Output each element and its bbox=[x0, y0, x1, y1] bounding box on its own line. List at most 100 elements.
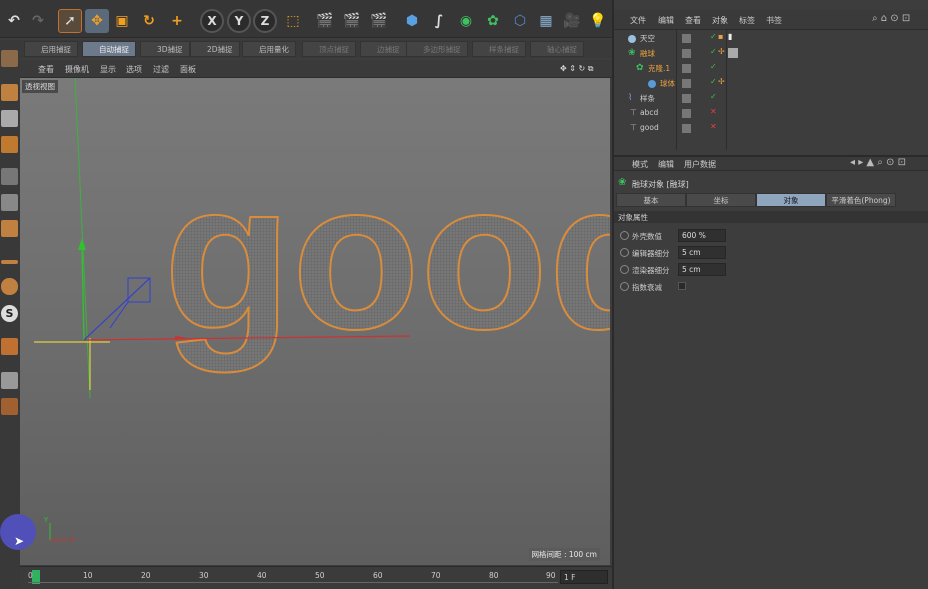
tab-object[interactable]: 对象 bbox=[756, 193, 826, 207]
attr-menu-edit[interactable]: 编辑 bbox=[658, 159, 674, 170]
om-menu-edit[interactable]: 编辑 bbox=[658, 15, 674, 26]
om-menu-file[interactable]: 文件 bbox=[630, 15, 646, 26]
om-search-icon[interactable]: ⌕ ⌂ ⊙ ⊡ bbox=[872, 13, 910, 24]
object-row[interactable]: 天空 ✓ ▪ ▮ bbox=[618, 32, 918, 47]
object-row[interactable]: ⌇ 样条 ✓ bbox=[618, 92, 918, 107]
attr-menu-userdata[interactable]: 用户数据 bbox=[684, 159, 716, 170]
object-name[interactable]: 克隆.1 bbox=[648, 63, 670, 74]
check-icon[interactable]: ✓ bbox=[710, 77, 717, 86]
axis-x-button[interactable]: X bbox=[200, 9, 224, 33]
undo-icon[interactable]: ↶ bbox=[2, 9, 26, 33]
layer-icon[interactable] bbox=[682, 34, 691, 43]
object-row[interactable]: ✿ 克隆.1 ✓ bbox=[618, 62, 918, 77]
menu-view[interactable]: 查看 bbox=[38, 64, 54, 75]
subdivision-icon[interactable]: ◉ bbox=[454, 9, 478, 33]
viewport-nav-icons[interactable]: ✥ ⇕ ↻ ⧉ bbox=[560, 64, 593, 74]
snap-polygon-button[interactable]: 多边形捕捉 bbox=[406, 41, 468, 57]
om-menu-object[interactable]: 对象 bbox=[712, 15, 728, 26]
material-tag-icon[interactable] bbox=[728, 48, 738, 58]
quantize-enable-button[interactable]: 启用量化 bbox=[242, 41, 296, 57]
model-mode-icon[interactable] bbox=[1, 84, 18, 101]
move-tool-icon[interactable]: ✥ bbox=[85, 9, 109, 33]
lock-workplane-icon[interactable] bbox=[1, 372, 18, 389]
make-editable-icon[interactable] bbox=[1, 50, 18, 67]
snap-enable-button[interactable]: 启用捕捉 bbox=[24, 41, 78, 57]
menu-filter[interactable]: 过滤 bbox=[153, 64, 169, 75]
cloner-icon[interactable]: ✿ bbox=[481, 9, 505, 33]
check-icon[interactable]: ✓ bbox=[710, 62, 717, 71]
snap-2d-button[interactable]: 2D捕捉 bbox=[190, 41, 240, 57]
snap-edge-button[interactable]: 边捕捉 bbox=[360, 41, 407, 57]
menu-camera[interactable]: 摄像机 bbox=[65, 64, 89, 75]
object-row[interactable]: ⊤ abcd ✕ bbox=[618, 107, 918, 122]
axis-y-button[interactable]: Y bbox=[227, 9, 251, 33]
attr-nav-icons[interactable]: ◂ ▸ ▲ ⌕ ⊙ ⊡ bbox=[850, 157, 906, 168]
render-picture-icon[interactable]: 🎬 bbox=[340, 9, 364, 33]
animate-dot-icon[interactable] bbox=[620, 248, 629, 257]
falloff-checkbox[interactable] bbox=[678, 282, 686, 290]
edges-mode-icon[interactable] bbox=[1, 194, 18, 211]
tag-icon[interactable]: ▪ bbox=[718, 32, 723, 41]
tab-coord[interactable]: 坐标 bbox=[686, 193, 756, 207]
object-row[interactable]: ⊤ good ✕ bbox=[618, 122, 918, 137]
redo-icon[interactable]: ↷ bbox=[26, 9, 50, 33]
layer-icon[interactable] bbox=[682, 49, 691, 58]
coord-system-icon[interactable]: ⬚ bbox=[281, 9, 305, 33]
check-icon[interactable]: ✓ bbox=[710, 92, 717, 101]
object-name[interactable]: 球体 bbox=[660, 78, 675, 89]
grid-workplane-icon[interactable] bbox=[1, 398, 18, 415]
points-mode-icon[interactable] bbox=[1, 168, 18, 185]
render-view-icon[interactable]: 🎬 bbox=[313, 9, 337, 33]
light-icon[interactable]: 💡 bbox=[586, 9, 610, 33]
snap-3d-button[interactable]: 3D捕捉 bbox=[140, 41, 190, 57]
workplane-icon[interactable] bbox=[1, 136, 18, 153]
render-settings-icon[interactable]: 🎬 bbox=[367, 9, 391, 33]
frame-field[interactable]: 1 F bbox=[560, 570, 608, 584]
om-menu-bookmarks[interactable]: 书签 bbox=[766, 15, 782, 26]
timeline[interactable]: 0 10 20 30 40 50 60 70 80 90 1 F bbox=[20, 566, 612, 589]
layer-icon[interactable] bbox=[682, 109, 691, 118]
object-name[interactable]: 融球 bbox=[640, 48, 655, 59]
cube-icon[interactable]: ⬢ bbox=[400, 9, 424, 33]
om-menu-tags[interactable]: 标签 bbox=[739, 15, 755, 26]
select-tool-icon[interactable]: ➚ bbox=[58, 9, 82, 33]
disabled-icon[interactable]: ✕ bbox=[710, 122, 717, 131]
menu-options[interactable]: 选项 bbox=[126, 64, 142, 75]
object-name[interactable]: abcd bbox=[640, 108, 658, 117]
attr-menu-mode[interactable]: 模式 bbox=[632, 159, 648, 170]
layer-icon[interactable] bbox=[682, 64, 691, 73]
texture-mode-icon[interactable] bbox=[1, 110, 18, 127]
disabled-icon[interactable]: ✕ bbox=[710, 107, 717, 116]
snap-icon[interactable]: S bbox=[1, 305, 18, 322]
tag-icon[interactable]: ✢ bbox=[718, 47, 725, 56]
om-menu-view[interactable]: 查看 bbox=[685, 15, 701, 26]
snap-axis-button[interactable]: 轴心捕捉 bbox=[530, 41, 584, 57]
camera-icon[interactable]: 🎥 bbox=[560, 9, 584, 33]
snap-auto-button[interactable]: 自动捕捉 bbox=[82, 41, 136, 57]
deformer-icon[interactable]: ⬡ bbox=[508, 9, 532, 33]
field-value[interactable]: 600 % bbox=[678, 229, 726, 242]
snap-vertex-button[interactable]: 顶点捕捉 bbox=[302, 41, 356, 57]
tab-basic[interactable]: 基本 bbox=[616, 193, 686, 207]
object-row[interactable]: 球体 ✓ ✢ bbox=[618, 77, 918, 92]
check-icon[interactable]: ✓ bbox=[710, 32, 717, 41]
tag-icon[interactable]: ✢ bbox=[718, 77, 725, 86]
axis-z-button[interactable]: Z bbox=[253, 9, 277, 33]
magnet-icon[interactable] bbox=[1, 338, 18, 355]
perspective-viewport[interactable]: 透视视图 good Y X 网格间距 : 100 cm bbox=[20, 78, 610, 565]
object-name[interactable]: 天空 bbox=[640, 33, 655, 44]
menu-display[interactable]: 显示 bbox=[100, 64, 116, 75]
floor-icon[interactable]: ▦ bbox=[534, 9, 558, 33]
animate-dot-icon[interactable] bbox=[620, 231, 629, 240]
animate-dot-icon[interactable] bbox=[620, 265, 629, 274]
snap-spline-button[interactable]: 样条捕捉 bbox=[472, 41, 526, 57]
rotate-tool-icon[interactable]: ↻ bbox=[137, 9, 161, 33]
object-name[interactable]: 样条 bbox=[640, 93, 655, 104]
layer-icon[interactable] bbox=[682, 124, 691, 133]
layer-icon[interactable] bbox=[682, 94, 691, 103]
live-select-icon[interactable]: + bbox=[165, 9, 189, 33]
layer-icon[interactable] bbox=[682, 79, 691, 88]
menu-panel[interactable]: 面板 bbox=[180, 64, 196, 75]
tag-icon-2[interactable]: ▮ bbox=[728, 32, 732, 41]
animate-dot-icon[interactable] bbox=[620, 282, 629, 291]
